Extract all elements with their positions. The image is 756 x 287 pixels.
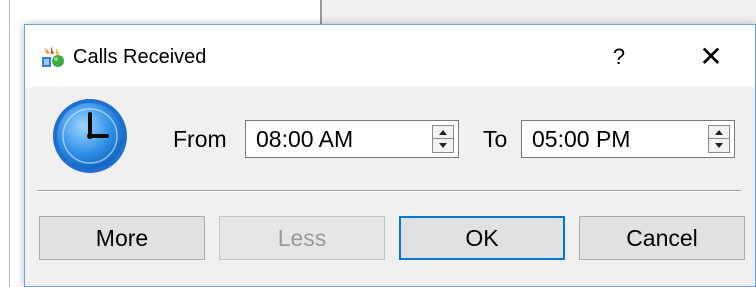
ok-button[interactable]: OK [399,216,565,260]
to-increment-button[interactable] [709,126,729,139]
dialog-titlebar: Calls Received ? ✕ [25,25,755,87]
cancel-button[interactable]: Cancel [579,216,745,260]
from-time-value[interactable]: 08:00 AM [256,125,353,153]
less-button[interactable]: Less [219,216,385,260]
arrow-up-icon [715,129,723,135]
arrow-down-icon [439,143,447,148]
to-label: To [483,126,508,152]
dialog-content: From 08:00 AM To 05:00 PM More Less OK C… [25,87,755,286]
to-decrement-button[interactable] [709,139,729,152]
separator [37,190,741,192]
from-time-spinbox[interactable]: 08:00 AM [245,120,459,158]
close-button[interactable]: ✕ [687,37,735,77]
clock-icon [53,99,127,173]
to-time-value[interactable]: 05:00 PM [532,125,630,153]
from-decrement-button[interactable] [433,139,453,152]
from-spin-buttons [432,125,454,153]
more-button[interactable]: More [39,216,205,260]
to-spin-buttons [708,125,730,153]
arrow-down-icon [715,143,723,148]
background-divider [9,0,10,287]
from-increment-button[interactable] [433,126,453,139]
from-label: From [173,126,227,152]
dialog-title: Calls Received [73,46,207,68]
arrow-up-icon [439,129,447,135]
calls-received-dialog: Calls Received ? ✕ From 08:00 AM To 05:0… [24,24,756,287]
help-button[interactable]: ? [599,37,639,77]
calls-app-icon [42,46,64,67]
to-time-spinbox[interactable]: 05:00 PM [521,120,735,158]
